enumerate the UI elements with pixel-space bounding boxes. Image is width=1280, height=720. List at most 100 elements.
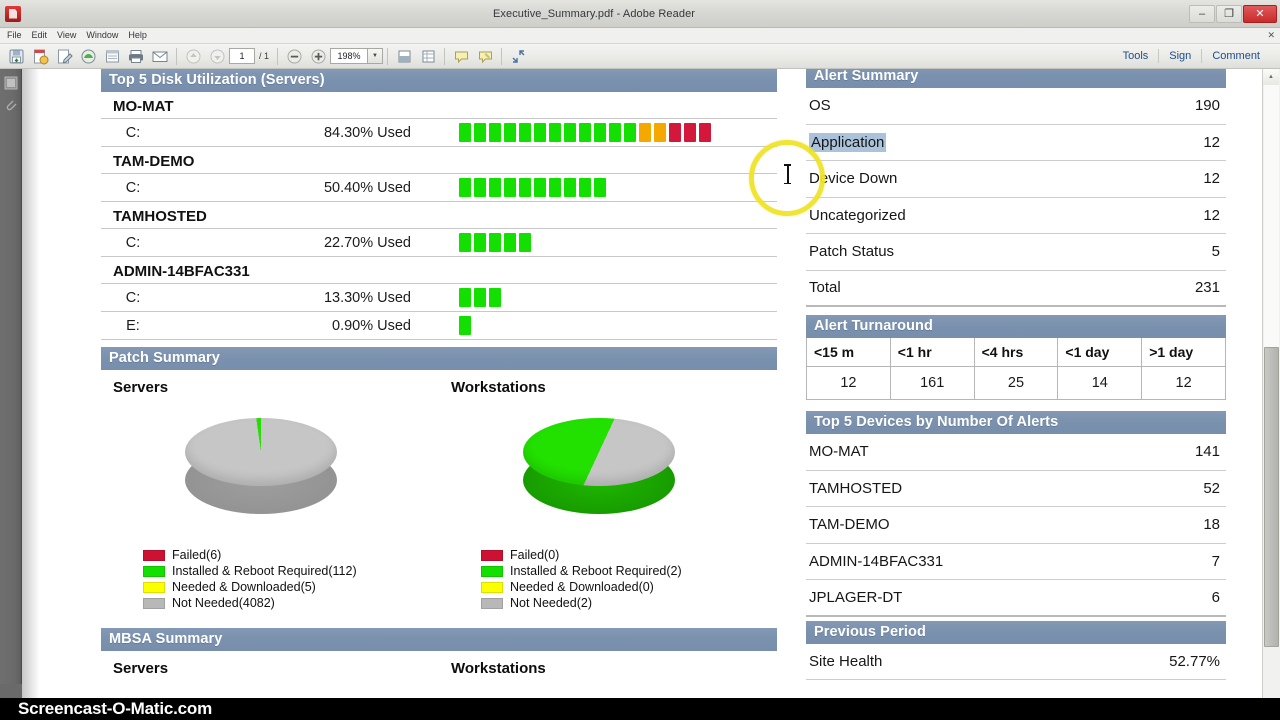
pdf-document-viewport[interactable]: Top 5 Disk Utilization (Servers) MO-MAT … (22, 69, 1262, 720)
page-number-input[interactable]: 1 (229, 48, 255, 64)
legend-item: Needed & Downloaded(0) (481, 580, 777, 594)
chevron-down-icon[interactable]: ▼ (368, 48, 384, 64)
turnaround-col-15m: <15 m 12 (807, 338, 891, 399)
nav-rail-bottom (0, 684, 22, 698)
device-row: JPLAGER-DT 6 (806, 580, 1226, 617)
scroll-track[interactable] (1264, 85, 1279, 347)
alert-summary-list: OS 190 Application 12 Device Down 12 Unc… (806, 88, 1226, 307)
create-pdf-icon[interactable] (77, 46, 99, 66)
alert-label: OS (809, 97, 831, 115)
page-thumbnails-icon[interactable] (3, 75, 19, 91)
comment-button[interactable]: Comment (1202, 50, 1270, 62)
minimize-button[interactable]: – (1189, 4, 1215, 23)
turnaround-value-cell: 12 (1142, 367, 1225, 399)
attachments-icon[interactable] (3, 97, 19, 113)
turnaround-header-cell: <1 day (1058, 338, 1142, 367)
legend-item: Failed(6) (143, 548, 439, 562)
patch-workstations-title: Workstations (451, 379, 546, 396)
usage-bar (654, 123, 666, 142)
close-button[interactable]: ✕ (1243, 4, 1277, 23)
menu-help[interactable]: Help (123, 28, 152, 43)
usage-bar (459, 233, 471, 252)
zoom-out-icon[interactable] (283, 46, 305, 66)
window-controls: – ❐ ✕ (1189, 0, 1280, 27)
usage-bar (639, 123, 651, 142)
menu-window[interactable]: Window (81, 28, 123, 43)
scroll-up-icon[interactable]: ▲ (1263, 69, 1279, 85)
fit-width-icon[interactable] (417, 46, 439, 66)
usage-bar (609, 123, 621, 142)
patch-servers-title: Servers (113, 379, 169, 396)
usage-bar (564, 178, 576, 197)
usage-bar (504, 178, 516, 197)
menu-view[interactable]: View (52, 28, 81, 43)
highlight-text-icon[interactable] (474, 46, 496, 66)
report-right-column: Alert Summary OS 190 Application 12 Devi… (806, 69, 1226, 680)
drive-usage-value: 84.30% Used (323, 124, 411, 141)
previous-period-header: Previous Period (806, 620, 1226, 644)
toolbar-separator (176, 47, 177, 65)
page-thumbnail-icon[interactable] (101, 46, 123, 66)
alert-turnaround-table: <15 m 12 <1 hr 161 <4 hrs 25 <1 day 14 >… (806, 338, 1226, 400)
legend-swatch-failed (481, 549, 503, 561)
sign-button[interactable]: Sign (1159, 50, 1201, 62)
page-total-label: / 1 (259, 51, 270, 61)
legend-swatch-failed (143, 549, 165, 561)
alert-label[interactable]: Application (809, 132, 887, 152)
usage-bar (549, 123, 561, 142)
turnaround-value-cell: 161 (890, 367, 974, 399)
legend-swatch-notneeded (481, 597, 503, 609)
device-label: MO-MAT (809, 443, 869, 461)
menu-file[interactable]: File (2, 28, 27, 43)
alert-value: 190 (1194, 97, 1220, 115)
print-icon[interactable] (125, 46, 147, 66)
close-document-icon[interactable]: ✕ (1267, 30, 1275, 41)
sticky-note-icon[interactable] (450, 46, 472, 66)
mbsa-summary-header: MBSA Summary (101, 628, 777, 651)
legend-label: Failed(6) (172, 548, 222, 562)
report-left-column: Top 5 Disk Utilization (Servers) MO-MAT … (101, 69, 777, 720)
next-page-icon[interactable] (206, 46, 228, 66)
vertical-scrollbar[interactable]: ▲ ▼ (1262, 69, 1280, 720)
fit-page-icon[interactable] (393, 46, 415, 66)
disk-device-group: TAMHOSTED C: 22.70% Used (101, 202, 777, 257)
turnaround-header-cell: <15 m (807, 338, 890, 367)
tools-button[interactable]: Tools (1113, 50, 1159, 62)
restore-button[interactable]: ❐ (1216, 4, 1242, 23)
usage-bar-chart (459, 123, 711, 142)
previous-page-icon[interactable] (182, 46, 204, 66)
alert-row-uncategorized: Uncategorized 12 (806, 198, 1226, 234)
edit-pdf-icon[interactable] (53, 46, 75, 66)
alert-label: Uncategorized (809, 206, 906, 224)
mbsa-workstations-title: Workstations (451, 660, 546, 677)
export-pdf-icon[interactable] (29, 46, 51, 66)
menu-edit[interactable]: Edit (27, 28, 53, 43)
usage-bar (489, 123, 501, 142)
fullscreen-icon[interactable] (507, 46, 529, 66)
usage-bar (459, 316, 471, 335)
legend-item: Failed(0) (481, 548, 777, 562)
alert-row-device-down: Device Down 12 (806, 161, 1226, 198)
device-value: 141 (1194, 443, 1220, 461)
legend-item: Installed & Reboot Required(2) (481, 564, 777, 578)
drive-usage-value: 22.70% Used (323, 234, 411, 251)
usage-bar (504, 233, 516, 252)
legend-swatch-needed (143, 581, 165, 593)
adobe-reader-icon (5, 5, 21, 22)
drive-usage-value: 50.40% Used (323, 179, 411, 196)
legend-label: Installed & Reboot Required(112) (172, 564, 357, 578)
drive-letter: C: (125, 234, 141, 251)
device-name: MO-MAT (101, 92, 777, 119)
email-icon[interactable] (149, 46, 171, 66)
zoom-level-input[interactable]: 198% (330, 48, 369, 64)
alert-row-total: Total 231 (806, 271, 1226, 307)
usage-bar (669, 123, 681, 142)
zoom-in-icon[interactable] (307, 46, 329, 66)
main-toolbar: 1 / 1 198% ▼ Tools Sign Comment (0, 44, 1280, 69)
drive-usage-value: 0.90% Used (332, 317, 411, 334)
save-icon[interactable] (5, 46, 27, 66)
usage-bar (459, 123, 471, 142)
device-value: 6 (1211, 588, 1220, 606)
drive-usage-value: 13.30% Used (323, 289, 411, 306)
scroll-thumb[interactable] (1264, 347, 1279, 647)
